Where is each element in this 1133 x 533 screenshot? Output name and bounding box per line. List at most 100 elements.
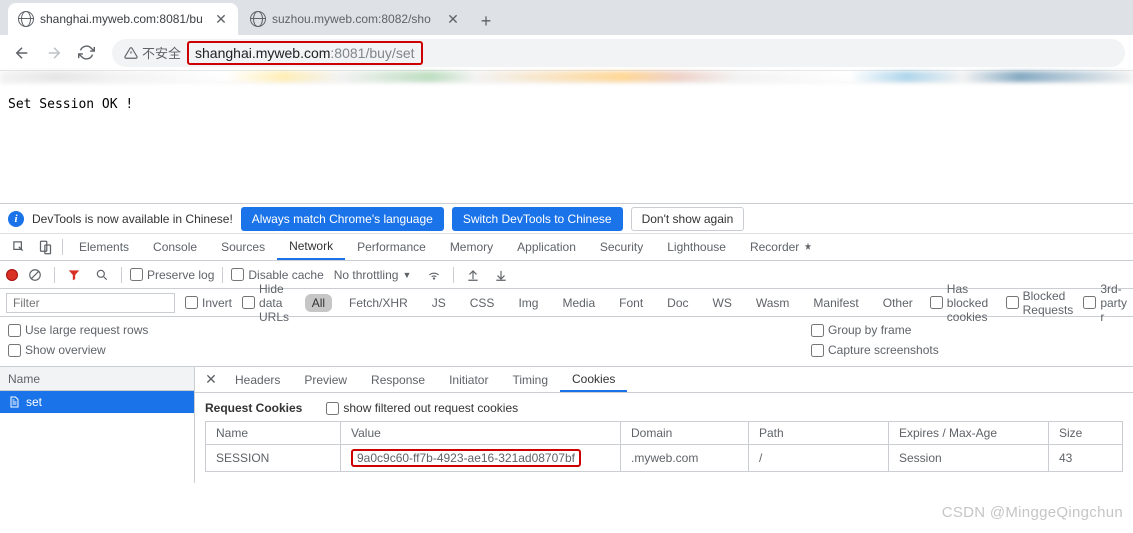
devtools-panel: i DevTools is now available in Chinese! …: [0, 203, 1133, 483]
cookie-name: SESSION: [206, 445, 341, 472]
col-domain[interactable]: Domain: [621, 422, 749, 445]
browser-tab-active[interactable]: shanghai.myweb.com:8081/bu ✕: [8, 3, 238, 35]
filter-type-other[interactable]: Other: [876, 294, 920, 312]
detail-tab-cookies[interactable]: Cookies: [560, 367, 627, 392]
devtools-panel-tabs: Elements Console Sources Network Perform…: [0, 234, 1133, 261]
cookie-value: 9a0c9c60-ff7b-4923-ae16-321ad08707bf: [351, 449, 581, 467]
col-expires[interactable]: Expires / Max-Age: [889, 422, 1049, 445]
back-button[interactable]: [8, 39, 36, 67]
insecure-badge: 不安全: [124, 43, 181, 62]
search-icon[interactable]: [91, 268, 113, 282]
col-path[interactable]: Path: [749, 422, 889, 445]
close-icon[interactable]: ✕: [214, 12, 228, 26]
device-toggle-icon[interactable]: [32, 234, 58, 260]
filter-input[interactable]: [6, 293, 175, 313]
close-detail-icon[interactable]: ✕: [199, 367, 223, 392]
clear-icon[interactable]: [24, 268, 46, 282]
match-language-button[interactable]: Always match Chrome's language: [241, 207, 444, 231]
panel-tab-elements[interactable]: Elements: [67, 234, 141, 260]
forward-button[interactable]: [40, 39, 68, 67]
filter-icon[interactable]: [63, 268, 85, 282]
devtools-language-notice: i DevTools is now available in Chinese! …: [0, 204, 1133, 234]
switch-chinese-button[interactable]: Switch DevTools to Chinese: [452, 207, 623, 231]
network-body: Name set ✕ Headers Preview Response Init…: [0, 367, 1133, 483]
request-row[interactable]: set: [0, 391, 194, 413]
cookie-domain: .myweb.com: [621, 445, 749, 472]
filter-type-fetchxhr[interactable]: Fetch/XHR: [342, 294, 415, 312]
filter-type-wasm[interactable]: Wasm: [749, 294, 797, 312]
url-text: shanghai.myweb.com:8081/buy/set: [187, 41, 422, 65]
cookie-size: 43: [1049, 445, 1123, 472]
cookies-section: Request Cookies show filtered out reques…: [195, 393, 1133, 480]
browser-tab-inactive[interactable]: suzhou.myweb.com:8082/sho ✕: [240, 3, 470, 35]
large-rows-checkbox[interactable]: Use large request rows: [8, 323, 795, 337]
request-detail: ✕ Headers Preview Response Initiator Tim…: [195, 367, 1133, 483]
filter-type-manifest[interactable]: Manifest: [806, 294, 865, 312]
dismiss-notice-button[interactable]: Don't show again: [631, 207, 745, 231]
globe-icon: [250, 11, 266, 27]
filter-type-img[interactable]: Img: [511, 294, 545, 312]
page-content: Set Session OK !: [0, 83, 1133, 203]
request-name: set: [26, 395, 42, 409]
record-button[interactable]: [6, 269, 18, 281]
capture-screenshots-checkbox[interactable]: Capture screenshots: [811, 343, 1125, 357]
detail-tab-initiator[interactable]: Initiator: [437, 367, 500, 392]
col-size[interactable]: Size: [1049, 422, 1123, 445]
col-value[interactable]: Value: [341, 422, 621, 445]
detail-tab-response[interactable]: Response: [359, 367, 437, 392]
filter-type-all[interactable]: All: [305, 294, 332, 312]
detail-tabs: ✕ Headers Preview Response Initiator Tim…: [195, 367, 1133, 393]
upload-icon[interactable]: [462, 268, 484, 282]
document-icon: [8, 395, 20, 409]
throttling-select[interactable]: No throttling ▼: [334, 268, 412, 282]
detail-tab-preview[interactable]: Preview: [292, 367, 359, 392]
blocked-requests-checkbox[interactable]: Blocked Requests: [1006, 289, 1074, 317]
network-options-bar: Use large request rows Show overview Gro…: [0, 317, 1133, 367]
disable-cache-checkbox[interactable]: Disable cache: [231, 268, 323, 282]
browser-tab-strip: shanghai.myweb.com:8081/bu ✕ suzhou.mywe…: [0, 0, 1133, 35]
browser-toolbar: 不安全 shanghai.myweb.com:8081/buy/set: [0, 35, 1133, 71]
invert-checkbox[interactable]: Invert: [185, 296, 232, 310]
panel-tab-security[interactable]: Security: [588, 234, 655, 260]
address-bar[interactable]: 不安全 shanghai.myweb.com:8081/buy/set: [112, 39, 1125, 67]
insecure-label: 不安全: [142, 43, 181, 62]
show-overview-checkbox[interactable]: Show overview: [8, 343, 795, 357]
filter-type-ws[interactable]: WS: [706, 294, 739, 312]
panel-tab-console[interactable]: Console: [141, 234, 209, 260]
new-tab-button[interactable]: +: [472, 7, 500, 35]
cookie-expires: Session: [889, 445, 1049, 472]
panel-tab-recorder[interactable]: Recorder: [738, 234, 825, 260]
bookmarks-bar: [0, 71, 1133, 83]
tab-title: suzhou.myweb.com:8082/sho: [272, 12, 440, 26]
panel-tab-memory[interactable]: Memory: [438, 234, 505, 260]
detail-tab-headers[interactable]: Headers: [223, 367, 292, 392]
cookie-path: /: [749, 445, 889, 472]
tab-title: shanghai.myweb.com:8081/bu: [40, 12, 208, 26]
panel-tab-network[interactable]: Network: [277, 234, 345, 260]
download-icon[interactable]: [490, 268, 512, 282]
globe-icon: [18, 11, 34, 27]
filter-type-doc[interactable]: Doc: [660, 294, 695, 312]
filter-type-css[interactable]: CSS: [463, 294, 502, 312]
show-filtered-cookies-checkbox[interactable]: show filtered out request cookies: [326, 401, 518, 415]
cookie-value-cell: 9a0c9c60-ff7b-4923-ae16-321ad08707bf: [341, 445, 621, 472]
cookies-table: Name Value Domain Path Expires / Max-Age…: [205, 421, 1123, 472]
filter-type-media[interactable]: Media: [555, 294, 602, 312]
group-by-frame-checkbox[interactable]: Group by frame: [811, 323, 1125, 337]
reload-button[interactable]: [72, 39, 100, 67]
panel-tab-sources[interactable]: Sources: [209, 234, 277, 260]
cookie-row[interactable]: SESSION 9a0c9c60-ff7b-4923-ae16-321ad087…: [206, 445, 1123, 472]
filter-type-js[interactable]: JS: [425, 294, 453, 312]
col-name[interactable]: Name: [206, 422, 341, 445]
network-filter-bar: Invert Hide data URLs All Fetch/XHR JS C…: [0, 289, 1133, 317]
filter-type-font[interactable]: Font: [612, 294, 650, 312]
inspect-element-icon[interactable]: [6, 234, 32, 260]
panel-tab-lighthouse[interactable]: Lighthouse: [655, 234, 738, 260]
panel-tab-application[interactable]: Application: [505, 234, 588, 260]
wifi-icon[interactable]: [423, 268, 445, 282]
request-list-header[interactable]: Name: [0, 367, 194, 391]
preserve-log-checkbox[interactable]: Preserve log: [130, 268, 214, 282]
detail-tab-timing[interactable]: Timing: [500, 367, 560, 392]
close-icon[interactable]: ✕: [446, 12, 460, 26]
panel-tab-performance[interactable]: Performance: [345, 234, 438, 260]
